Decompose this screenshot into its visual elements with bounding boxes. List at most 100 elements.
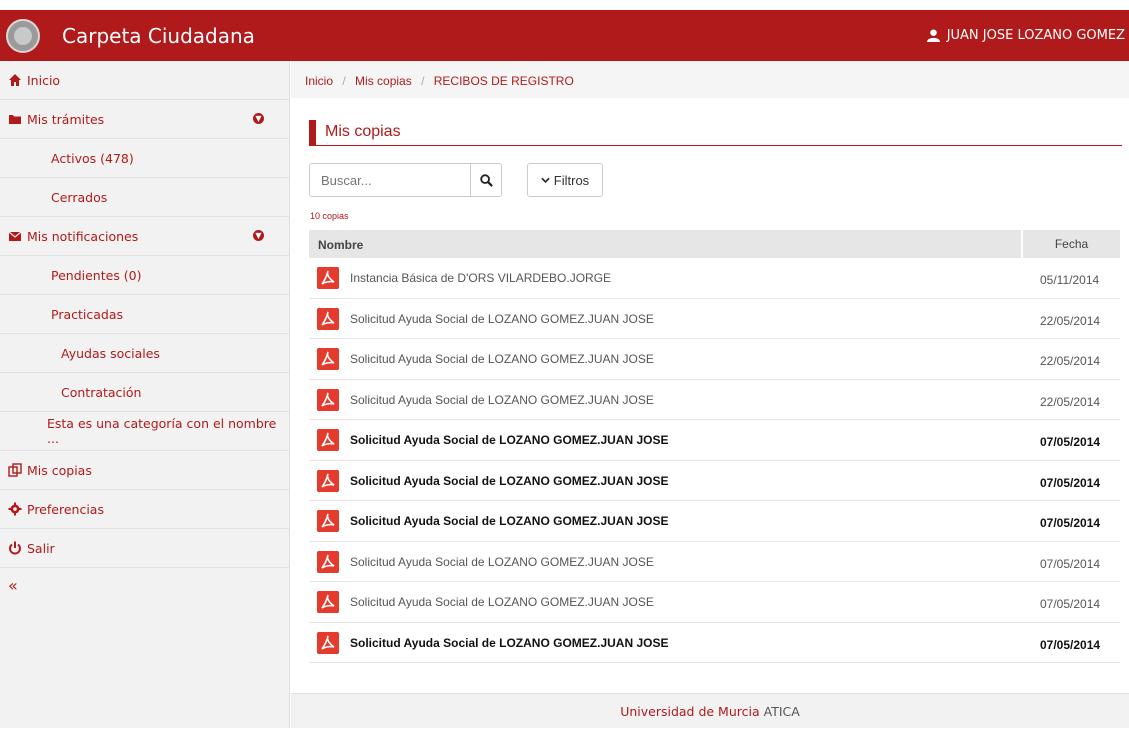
sidebar-item-pendientes[interactable]: Pendientes (0)	[0, 256, 289, 295]
table-row[interactable]: Solicitud Ayuda Social de LOZANO GOMEZ.J…	[309, 461, 1120, 501]
sidebar-item-label: Preferencias	[27, 501, 104, 517]
page-title-text: Mis copias	[325, 123, 401, 140]
sidebar-item-mis-tramites[interactable]: Mis trámites ▼	[0, 100, 289, 139]
document-date: 07/05/2014	[1040, 435, 1101, 449]
document-name[interactable]: Instancia Básica de D'ORS VILARDEBO.JORG…	[350, 271, 611, 285]
column-header-nombre[interactable]: Nombre	[318, 238, 363, 252]
footer: Universidad de Murcia ATICA	[291, 693, 1129, 728]
document-name[interactable]: Solicitud Ayuda Social de LOZANO GOMEZ.J…	[350, 474, 669, 488]
sidebar-item-activos[interactable]: Activos (478)	[0, 139, 289, 178]
home-icon	[9, 74, 21, 86]
sidebar-item-label: Ayudas sociales	[61, 345, 160, 361]
search-input[interactable]	[310, 164, 470, 196]
document-date: 07/05/2014	[1040, 516, 1101, 530]
chevron-down-icon[interactable]: ▼	[253, 113, 264, 124]
sidebar-item-inicio[interactable]: Inicio	[0, 61, 289, 100]
breadcrumb-mis-copias[interactable]: Mis copias	[355, 74, 412, 88]
document-name[interactable]: Solicitud Ayuda Social de LOZANO GOMEZ.J…	[350, 433, 669, 447]
pdf-icon[interactable]	[317, 307, 339, 330]
user-icon	[926, 29, 940, 42]
search-icon	[479, 173, 493, 187]
document-name[interactable]: Solicitud Ayuda Social de LOZANO GOMEZ.J…	[350, 514, 669, 528]
document-date: 22/05/2014	[1040, 313, 1101, 328]
column-header-fecha[interactable]: Fecha	[1021, 230, 1120, 258]
sidebar-item-mis-notificaciones[interactable]: Mis notificaciones ▼	[0, 217, 289, 256]
sidebar: Inicio Mis trámites ▼ Activos (478) Cerr…	[0, 61, 290, 728]
filters-button[interactable]: Filtros	[527, 163, 603, 197]
breadcrumb-inicio[interactable]: Inicio	[305, 74, 333, 88]
sidebar-item-salir[interactable]: Salir	[0, 529, 289, 568]
document-date: 22/05/2014	[1040, 354, 1101, 368]
copies-table: Nombre Fecha Instancia Básica de D'ORS V…	[309, 230, 1120, 663]
pdf-icon[interactable]	[317, 550, 339, 573]
table-row[interactable]: Solicitud Ayuda Social de LOZANO GOMEZ.J…	[309, 420, 1120, 461]
table-row[interactable]: Solicitud Ayuda Social de LOZANO GOMEZ.J…	[309, 380, 1120, 420]
chevron-down-icon[interactable]: ▼	[253, 230, 264, 241]
document-name[interactable]: Solicitud Ayuda Social de LOZANO GOMEZ.J…	[350, 636, 669, 650]
pdf-icon[interactable]	[317, 510, 339, 532]
sidebar-item-label: Mis copias	[27, 462, 92, 478]
table-row[interactable]: Solicitud Ayuda Social de LOZANO GOMEZ.J…	[309, 501, 1120, 542]
footer-unit: ATICA	[763, 704, 800, 719]
table-row[interactable]: Solicitud Ayuda Social de LOZANO GOMEZ.J…	[309, 623, 1120, 663]
document-name[interactable]: Solicitud Ayuda Social de LOZANO GOMEZ.J…	[350, 312, 654, 326]
copies-icon	[8, 463, 22, 477]
sidebar-item-contratacion[interactable]: Contratación	[0, 373, 289, 412]
table-row[interactable]: Instancia Básica de D'ORS VILARDEBO.JORG…	[309, 258, 1120, 299]
pdf-icon[interactable]	[317, 469, 339, 492]
table-row[interactable]: Solicitud Ayuda Social de LOZANO GOMEZ.J…	[309, 542, 1120, 582]
sidebar-item-practicadas[interactable]: Practicadas	[0, 295, 289, 334]
pdf-icon[interactable]	[317, 267, 339, 289]
breadcrumb-current: RECIBOS DE REGISTRO	[433, 74, 574, 88]
table-header: Nombre Fecha	[309, 230, 1120, 258]
folder-icon	[9, 115, 21, 124]
breadcrumb-separator: /	[421, 74, 425, 88]
page-title: Mis copias	[309, 120, 1122, 146]
document-name[interactable]: Solicitud Ayuda Social de LOZANO GOMEZ.J…	[350, 595, 654, 609]
document-name[interactable]: Solicitud Ayuda Social de LOZANO GOMEZ.J…	[350, 555, 654, 569]
pdf-icon[interactable]	[317, 631, 339, 654]
document-date: 07/05/2014	[1040, 597, 1101, 611]
pdf-icon[interactable]	[317, 429, 339, 451]
pdf-icon[interactable]	[317, 348, 339, 370]
document-date: 07/05/2014	[1040, 637, 1101, 652]
sidebar-item-categoria[interactable]: Esta es una categoría con el nombre ...	[0, 412, 289, 451]
breadcrumb-separator: /	[342, 74, 346, 88]
filters-label: Filtros	[553, 172, 590, 188]
sidebar-item-preferencias[interactable]: Preferencias	[0, 490, 289, 529]
sidebar-item-label: Mis trámites	[27, 111, 105, 127]
sidebar-item-label: Mis notificaciones	[27, 228, 139, 244]
sidebar-item-cerrados[interactable]: Cerrados	[0, 178, 289, 217]
table-row[interactable]: Solicitud Ayuda Social de LOZANO GOMEZ.J…	[309, 339, 1120, 380]
envelope-icon	[8, 231, 22, 241]
footer-university-link[interactable]: Universidad de Murcia	[620, 704, 759, 719]
sidebar-item-mis-copias[interactable]: Mis copias	[0, 451, 289, 490]
power-icon	[9, 541, 21, 555]
pdf-icon[interactable]	[317, 388, 339, 411]
chevron-down-icon	[541, 177, 550, 183]
gear-icon	[8, 502, 22, 516]
main-content: Inicio / Mis copias / RECIBOS DE REGISTR…	[291, 61, 1129, 728]
search-button[interactable]	[470, 164, 501, 196]
document-date: 07/05/2014	[1040, 556, 1101, 571]
collapse-sidebar-button[interactable]: «	[0, 568, 289, 595]
document-date: 07/05/2014	[1040, 475, 1101, 490]
pdf-icon[interactable]	[317, 591, 339, 613]
table-row[interactable]: Solicitud Ayuda Social de LOZANO GOMEZ.J…	[309, 582, 1120, 623]
document-name[interactable]: Solicitud Ayuda Social de LOZANO GOMEZ.J…	[350, 393, 654, 407]
sidebar-item-label: Contratación	[61, 384, 142, 400]
user-name: JUAN JOSE LOZANO GOMEZ	[946, 28, 1125, 43]
results-count: 10 copias	[310, 211, 349, 221]
user-menu[interactable]: JUAN JOSE LOZANO GOMEZ	[926, 28, 1125, 43]
document-name[interactable]: Solicitud Ayuda Social de LOZANO GOMEZ.J…	[350, 352, 654, 366]
sidebar-item-label: Cerrados	[51, 189, 108, 205]
sidebar-item-ayudas-sociales[interactable]: Ayudas sociales	[0, 334, 289, 373]
breadcrumb: Inicio / Mis copias / RECIBOS DE REGISTR…	[291, 61, 1129, 98]
app-title[interactable]: Carpeta Ciudadana	[62, 24, 255, 48]
search-box	[309, 163, 502, 197]
table-row[interactable]: Solicitud Ayuda Social de LOZANO GOMEZ.J…	[309, 299, 1120, 339]
university-logo[interactable]	[6, 19, 40, 53]
sidebar-item-label: Salir	[27, 540, 55, 556]
sidebar-item-label: Esta es una categoría con el nombre ...	[47, 416, 277, 446]
sidebar-item-label: Practicadas	[51, 306, 124, 322]
